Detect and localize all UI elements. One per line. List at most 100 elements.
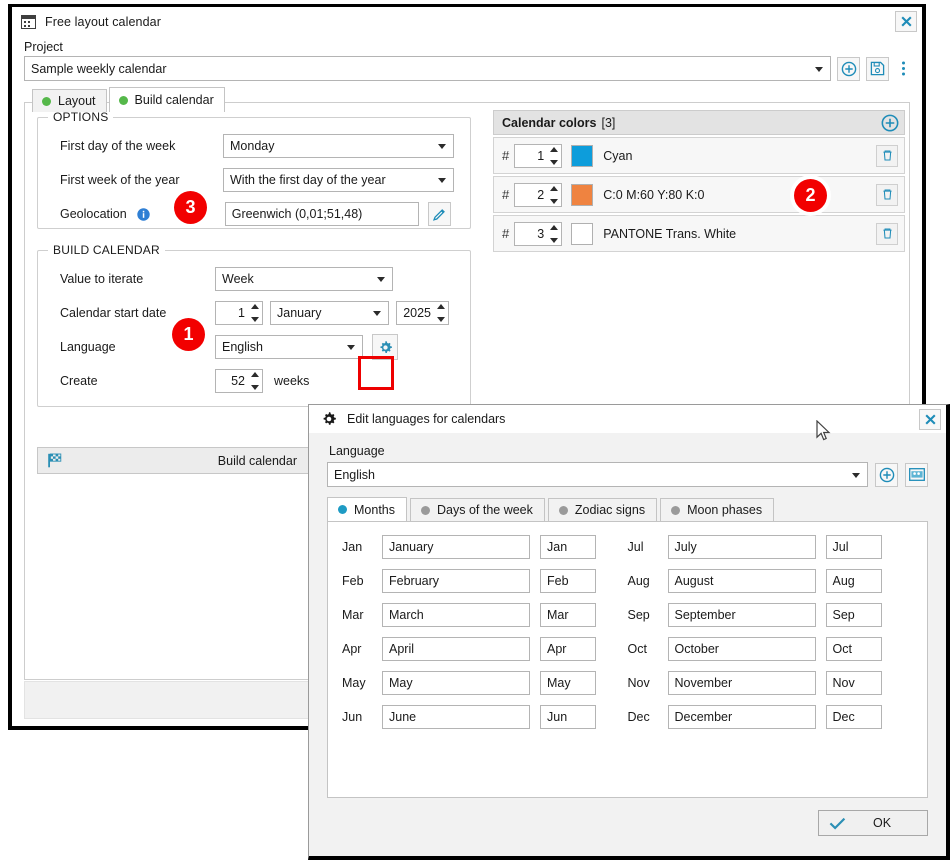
color-index-stepper[interactable]: 1 xyxy=(514,143,563,168)
chevron-down-icon xyxy=(815,66,823,72)
color-row[interactable]: # 2 C:0 M:60 Y:80 K:0 2 xyxy=(493,176,905,213)
status-dot-icon xyxy=(118,95,128,105)
tab-layout[interactable]: Layout xyxy=(32,89,107,112)
month-abbr-label: Oct xyxy=(627,642,647,656)
month-abbr-label: Aug xyxy=(627,574,650,588)
language-card-button[interactable] xyxy=(905,462,928,487)
tab-moon-phases[interactable]: Moon phases xyxy=(660,498,775,521)
ok-button[interactable]: OK xyxy=(818,810,928,836)
month-full-name-input[interactable]: February xyxy=(382,569,530,593)
month-short-name-input[interactable]: Feb xyxy=(540,569,596,593)
month-short-name-input[interactable]: Apr xyxy=(540,637,596,661)
month-short-name-input[interactable]: Oct xyxy=(825,637,882,661)
add-project-button[interactable] xyxy=(837,56,860,81)
project-select[interactable]: Sample weekly calendar xyxy=(24,56,831,81)
month-short-name-input[interactable]: Dec xyxy=(825,705,882,729)
color-swatch[interactable] xyxy=(571,144,594,167)
delete-color-button[interactable] xyxy=(876,183,898,206)
close-dialog-button[interactable] xyxy=(919,409,941,430)
tab-zodiac-signs[interactable]: Zodiac signs xyxy=(547,498,658,521)
delete-color-button[interactable] xyxy=(876,144,898,167)
color-index-stepper[interactable]: 2 xyxy=(514,182,563,207)
start-day-stepper-buttons[interactable] xyxy=(249,304,260,322)
plus-circle-icon xyxy=(879,467,894,482)
color-index-value: 1 xyxy=(537,148,545,163)
edit-geolocation-button[interactable] xyxy=(427,202,451,226)
color-index-stepper[interactable]: 3 xyxy=(514,221,563,246)
month-full-name-input[interactable]: March xyxy=(382,603,530,627)
month-full-name-input[interactable]: June xyxy=(382,705,530,729)
dialog-title: Edit languages for calendars xyxy=(347,412,506,426)
tab-build-calendar[interactable]: Build calendar xyxy=(108,87,225,112)
add-color-button[interactable] xyxy=(881,114,899,135)
month-short-name-value: Feb xyxy=(547,574,569,588)
start-year-stepper-buttons[interactable] xyxy=(435,304,446,322)
calendar-colors-title: Calendar colors xyxy=(502,115,597,130)
tab-months[interactable]: Months xyxy=(327,497,407,521)
first-day-of-week-select[interactable]: Monday xyxy=(223,134,454,158)
color-index-stepper-buttons[interactable] xyxy=(548,224,559,243)
first-week-of-year-select[interactable]: With the first day of the year xyxy=(223,168,454,192)
color-index-stepper-buttons[interactable] xyxy=(548,146,559,165)
month-abbr-label: Nov xyxy=(627,676,650,690)
calendar-colors-panel: Calendar colors [3] # 1 Cyan # 2 C:0 M:6… xyxy=(493,110,905,253)
month-short-name-value: Jan xyxy=(547,540,568,554)
delete-color-button[interactable] xyxy=(876,222,898,245)
value-to-iterate-value: Week xyxy=(222,272,254,286)
chevron-down-icon xyxy=(347,345,355,350)
month-short-name-input[interactable]: Jul xyxy=(825,535,882,559)
dialog-language-select[interactable]: English xyxy=(327,462,868,487)
month-short-name-input[interactable]: Mar xyxy=(540,603,596,627)
color-row[interactable]: # 1 Cyan xyxy=(493,137,905,174)
start-year-stepper[interactable]: 2025 xyxy=(396,301,449,325)
close-window-button[interactable] xyxy=(895,11,917,32)
value-to-iterate-select[interactable]: Week xyxy=(215,267,393,291)
edit-languages-button[interactable] xyxy=(372,334,398,360)
month-short-name-input[interactable]: Sep xyxy=(825,603,882,627)
start-month-select[interactable]: January xyxy=(270,301,389,325)
build-group-legend: BUILD CALENDAR xyxy=(48,243,165,257)
geolocation-info-button[interactable] xyxy=(137,207,150,221)
tab-layout-label: Layout xyxy=(58,94,96,108)
color-row[interactable]: # 3 PANTONE Trans. White xyxy=(493,215,905,252)
month-full-name-input[interactable]: September xyxy=(667,603,816,627)
month-short-name-input[interactable]: Nov xyxy=(825,671,882,695)
month-full-name-input[interactable]: November xyxy=(667,671,816,695)
color-swatch[interactable] xyxy=(571,183,594,206)
tab-months-label: Months xyxy=(354,502,395,517)
geolocation-input[interactable]: Greenwich (0,01;51,48) xyxy=(224,202,419,226)
start-day-stepper[interactable]: 1 xyxy=(215,301,263,325)
month-full-name-input[interactable]: January xyxy=(382,535,530,559)
month-full-name-input[interactable]: May xyxy=(382,671,530,695)
tab-days-of-the-week[interactable]: Days of the week xyxy=(410,498,545,521)
month-short-name-input[interactable]: May xyxy=(540,671,596,695)
month-short-name-input[interactable]: Jan xyxy=(540,535,596,559)
build-calendar-button[interactable]: Build calendar xyxy=(37,447,312,474)
project-more-button[interactable] xyxy=(895,57,912,81)
month-full-name-value: December xyxy=(674,710,733,724)
month-short-name-input[interactable]: Jun xyxy=(540,705,596,729)
month-row: May May May xyxy=(342,671,628,695)
close-icon xyxy=(924,414,936,425)
color-index-value: 3 xyxy=(537,226,545,241)
month-short-name-input[interactable]: Aug xyxy=(825,569,882,593)
ok-button-label: OK xyxy=(872,816,892,830)
edit-languages-dialog: Edit languages for calendars Language En… xyxy=(308,404,950,860)
options-group: OPTIONS First day of the week Monday Fir… xyxy=(37,110,471,229)
create-count-stepper[interactable]: 52 xyxy=(215,369,263,393)
add-language-button[interactable] xyxy=(875,462,898,487)
month-full-name-input[interactable]: December xyxy=(667,705,816,729)
month-full-name-input[interactable]: July xyxy=(667,535,816,559)
month-full-name-input[interactable]: August xyxy=(667,569,816,593)
create-count-stepper-buttons[interactable] xyxy=(249,372,260,390)
month-full-name-input[interactable]: April xyxy=(382,637,530,661)
month-full-name-input[interactable]: October xyxy=(667,637,816,661)
color-index-stepper-buttons[interactable] xyxy=(548,185,559,204)
chevron-down-icon xyxy=(377,277,385,282)
language-select[interactable]: English xyxy=(215,335,363,359)
tab-build-calendar-label: Build calendar xyxy=(134,93,214,107)
mouse-cursor xyxy=(816,420,831,441)
save-project-button[interactable] xyxy=(866,56,889,81)
color-swatch[interactable] xyxy=(571,222,594,245)
month-full-name-value: September xyxy=(674,608,736,622)
